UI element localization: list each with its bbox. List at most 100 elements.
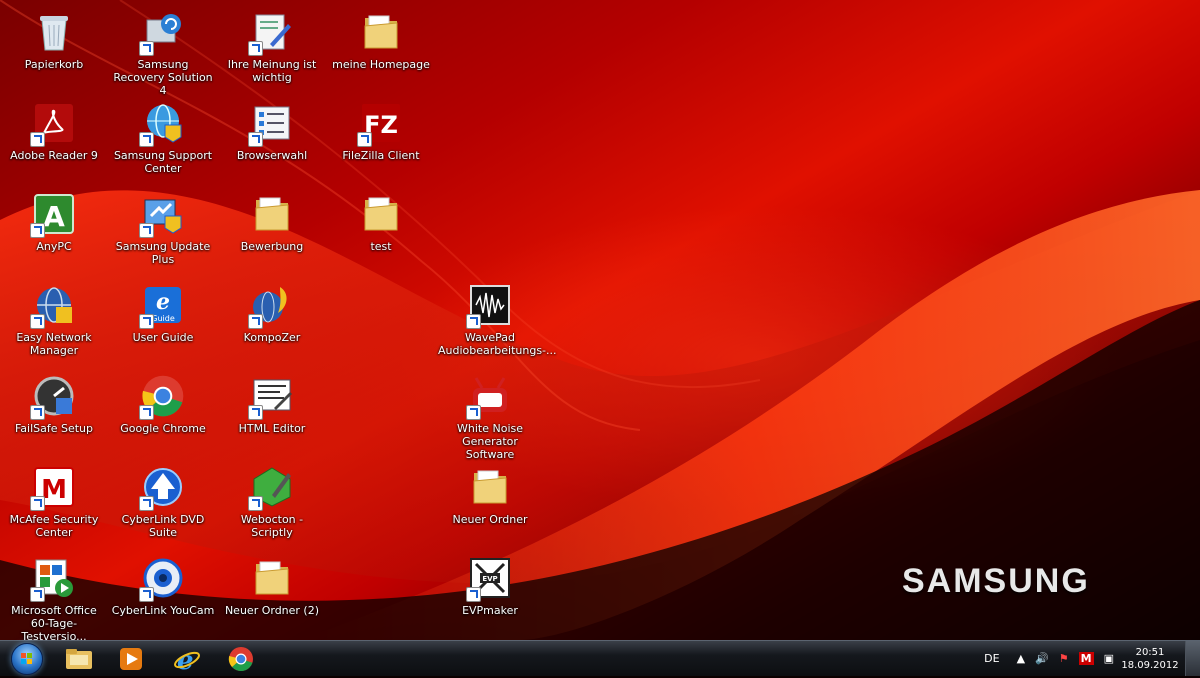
desktop-icon[interactable]: meine Homepage	[327, 4, 435, 94]
dvd-suite-icon	[139, 465, 185, 511]
desktop-icon[interactable]: Google Chrome	[109, 368, 217, 458]
desktop-icon-label: CyberLink DVD Suite	[121, 513, 205, 539]
language-indicator[interactable]: DE	[984, 652, 999, 665]
kompozer-icon	[248, 283, 294, 329]
support-center-icon	[139, 101, 185, 147]
volume-icon[interactable]: 🔊	[1035, 652, 1049, 665]
desktop-icon-label: User Guide	[132, 331, 194, 344]
shortcut-arrow-icon	[139, 314, 154, 329]
chrome-icon	[139, 374, 185, 420]
folder-library-icon	[66, 648, 92, 669]
shortcut-arrow-icon	[466, 314, 481, 329]
desktop-icon[interactable]: Samsung Recovery Solution 4	[109, 4, 217, 97]
desktop-icon[interactable]: Neuer Ordner	[436, 459, 544, 549]
desktop-icon-label: Microsoft Office 60-Tage-Testversio...	[11, 604, 97, 640]
recycle-bin-icon	[32, 10, 76, 54]
browser-choice-icon	[248, 101, 294, 147]
desktop-icon[interactable]: CyberLink YouCam	[109, 550, 217, 640]
shortcut-arrow-icon	[30, 223, 45, 238]
shortcut-arrow-icon	[30, 132, 45, 147]
evpmaker-icon: EVP	[466, 556, 512, 602]
show-hidden-icons-chevron-icon[interactable]: ▲	[1017, 652, 1025, 665]
power-icon[interactable]: ▣	[1104, 652, 1114, 665]
folder-icon	[359, 192, 403, 236]
desktop-icon-label: FileZilla Client	[342, 149, 420, 162]
desktop-icon[interactable]: FailSafe Setup	[0, 368, 108, 458]
desktop-icon-label: KompoZer	[243, 331, 301, 344]
desktop-icon[interactable]: WavePad Audiobearbeitungs-...	[436, 277, 557, 367]
office-icon	[30, 556, 76, 602]
shortcut-arrow-icon	[30, 496, 45, 511]
chrome-icon	[228, 646, 253, 671]
desktop-icon[interactable]: Adobe Reader 9	[0, 95, 108, 185]
desktop-icon[interactable]: FZ FileZilla Client	[327, 95, 435, 185]
system-tray: DE ▲ 🔊 ⚑ M ▣ 20:51 18.09.2012	[979, 641, 1200, 676]
network-manager-icon	[30, 283, 76, 329]
white-noise-icon	[466, 374, 512, 420]
show-desktop-button[interactable]	[1185, 641, 1200, 676]
desktop[interactable]: SAMSUNG Papierkorb Adobe Reader 9 A AnyPC Ea…	[0, 0, 1200, 640]
desktop-icon[interactable]: e Guide User Guide	[109, 277, 217, 367]
desktop-icon[interactable]: Ihre Meinung ist wichtig	[218, 4, 326, 94]
shortcut-arrow-icon	[30, 587, 45, 602]
taskbar: e DE ▲ 🔊 ⚑ M ▣ 20:51 18.09.2012	[0, 640, 1200, 676]
shortcut-arrow-icon	[30, 314, 45, 329]
desktop-icon[interactable]: Samsung Update Plus	[109, 186, 217, 276]
shortcut-arrow-icon	[139, 41, 154, 56]
desktop-icon[interactable]: Browserwahl	[218, 95, 326, 185]
desktop-icon[interactable]: test	[327, 186, 435, 276]
desktop-icon-label: Samsung Recovery Solution 4	[113, 58, 213, 97]
desktop-icon[interactable]: HTML Editor	[218, 368, 326, 458]
svg-text:Guide: Guide	[151, 314, 175, 323]
desktop-icon[interactable]: M McAfee Security Center	[0, 459, 108, 549]
desktop-icon[interactable]: Microsoft Office 60-Tage-Testversio...	[0, 550, 108, 640]
desktop-icon-label: Browserwahl	[236, 149, 308, 162]
samsung-logo: SAMSUNG	[902, 562, 1090, 600]
html-editor-icon	[248, 374, 294, 420]
ie-icon: e	[174, 646, 200, 673]
desktop-icon-label: HTML Editor	[238, 422, 306, 435]
start-button[interactable]	[0, 642, 54, 675]
flag-icon[interactable]: ⚑	[1059, 652, 1069, 665]
shortcut-arrow-icon	[248, 405, 263, 420]
desktop-icon[interactable]: CyberLink DVD Suite	[109, 459, 217, 549]
desktop-icon[interactable]: EVP EVPmaker	[436, 550, 544, 640]
desktop-icon[interactable]: Papierkorb	[0, 4, 108, 94]
svg-text:e: e	[156, 289, 170, 315]
taskbar-explorer-button[interactable]	[52, 643, 106, 674]
filezilla-icon: FZ	[357, 101, 403, 147]
mcafee-icon: M	[30, 465, 76, 511]
media-player-icon	[120, 647, 142, 670]
desktop-icon[interactable]: Webocton - Scriptly	[218, 459, 326, 549]
desktop-icon-label: WavePad Audiobearbeitungs-...	[438, 331, 557, 357]
folder-icon	[359, 10, 403, 54]
desktop-icon[interactable]: Neuer Ordner (2)	[218, 550, 326, 640]
shortcut-arrow-icon	[357, 132, 372, 147]
desktop-icon-label: test	[370, 240, 392, 253]
desktop-icon[interactable]: KompoZer	[218, 277, 326, 367]
taskbar-chrome-button[interactable]	[214, 643, 268, 674]
wavepad-icon	[466, 283, 512, 329]
desktop-icon-label: Neuer Ordner	[452, 513, 528, 526]
desktop-icon-label: Ihre Meinung ist wichtig	[227, 58, 317, 84]
mcafee-tray-icon[interactable]: M	[1078, 652, 1094, 665]
folder-icon	[250, 556, 294, 600]
desktop-icon-label: Google Chrome	[120, 422, 206, 435]
desktop-icon-label: FailSafe Setup	[14, 422, 94, 435]
adobe-reader-icon	[30, 101, 76, 147]
desktop-icon[interactable]: Bewerbung	[218, 186, 326, 276]
desktop-icon-label: EVPmaker	[462, 604, 518, 617]
desktop-icon[interactable]: White Noise Generator Software	[436, 368, 544, 461]
taskbar-media-player-button[interactable]	[104, 643, 158, 674]
youcam-icon	[139, 556, 185, 602]
clock[interactable]: 20:51 18.09.2012	[1119, 646, 1181, 672]
shortcut-arrow-icon	[30, 405, 45, 420]
desktop-icon[interactable]: Easy Network Manager	[0, 277, 108, 367]
clock-time: 20:51	[1135, 646, 1165, 658]
desktop-icon[interactable]: A AnyPC	[0, 186, 108, 276]
shortcut-arrow-icon	[466, 405, 481, 420]
desktop-icon[interactable]: Samsung Support Center	[109, 95, 217, 185]
shortcut-arrow-icon	[139, 132, 154, 147]
anypc-icon: A	[30, 192, 76, 238]
taskbar-ie-button[interactable]: e	[160, 643, 214, 674]
